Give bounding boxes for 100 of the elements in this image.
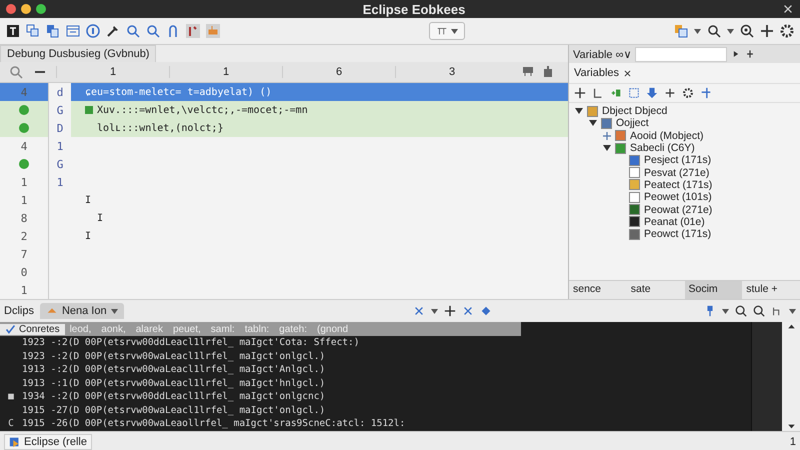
tree-item[interactable]: Pesvat (271e) bbox=[644, 166, 710, 179]
scroll-down-icon[interactable] bbox=[786, 422, 796, 431]
add-icon[interactable] bbox=[444, 305, 456, 317]
variables-tab[interactable]: Variables bbox=[574, 67, 620, 79]
zoom-icon[interactable] bbox=[740, 24, 754, 38]
line-marker: C bbox=[8, 418, 14, 430]
line-number: 1 bbox=[20, 176, 28, 188]
fold-marker: D bbox=[56, 122, 64, 134]
tree-item[interactable]: Peanat (01e) bbox=[644, 216, 705, 228]
console-line: 1913 -:2(D 00P(etsrvw00waLeacl1lrfel_ maIgct'Anlgcl.) bbox=[22, 364, 326, 376]
window-icon[interactable] bbox=[66, 24, 80, 38]
window-title: Eclipse Eobkees bbox=[362, 2, 466, 16]
caret-icon[interactable] bbox=[431, 308, 438, 314]
layout-icon[interactable] bbox=[436, 25, 448, 37]
diamond-icon[interactable] bbox=[480, 305, 492, 317]
scroll-up-icon[interactable] bbox=[786, 322, 796, 331]
layout-dropdown[interactable] bbox=[429, 22, 465, 40]
caret-icon[interactable] bbox=[110, 308, 118, 314]
download-icon[interactable] bbox=[646, 87, 658, 99]
code-line[interactable]: 1 bbox=[0, 281, 568, 299]
code-text: ɕeu=stom-meletc= t=adbyelat) () bbox=[85, 86, 272, 98]
code-text: I bbox=[96, 212, 104, 224]
code-text: Xuv.:::=wnlet,\velctc;,-=mocet;-=mn bbox=[97, 104, 308, 116]
breakpoint-icon[interactable] bbox=[19, 159, 29, 169]
caret-icon[interactable] bbox=[727, 28, 734, 34]
zoom-icon[interactable] bbox=[753, 305, 765, 317]
grid-icon[interactable] bbox=[628, 87, 640, 99]
tree-item[interactable]: Peatect (171s) bbox=[644, 178, 712, 191]
fold-marker: 1 bbox=[56, 176, 64, 188]
line-number: 4 bbox=[20, 140, 28, 152]
code-line[interactable]: 0 bbox=[0, 263, 568, 281]
search-icon[interactable] bbox=[707, 24, 721, 38]
paste-icon[interactable] bbox=[46, 24, 60, 38]
code-text: lolʟ:::wnlet,(nolct;} bbox=[96, 122, 224, 134]
caret-icon[interactable] bbox=[789, 308, 796, 314]
console-line: 1915 -26(D 00P(etsrvw00waLeaollrfel_ maIgct'sras9ScneC:atcl: 1512l: bbox=[22, 418, 406, 430]
add-icon[interactable] bbox=[760, 24, 774, 38]
tree-item[interactable]: Sabecli (C6Y) bbox=[630, 142, 695, 154]
fold-marker: G bbox=[56, 104, 64, 116]
console-line: 1913 -:1(D 00P(etsrvw00waLeacl1lrfel_ maIgct'hnlgcl.) bbox=[22, 378, 326, 389]
collapse-toggle-icon[interactable] bbox=[603, 144, 611, 152]
perspective-icon[interactable] bbox=[674, 24, 688, 38]
settings-icon[interactable] bbox=[682, 87, 694, 99]
code-line[interactable]: 4 1 bbox=[0, 137, 568, 155]
tree-item[interactable]: Peowat (271e) bbox=[644, 204, 712, 216]
line-number: 1 bbox=[20, 194, 28, 206]
ruler-label: 1 bbox=[56, 66, 169, 78]
line-number: 1 bbox=[20, 284, 28, 296]
collapse-toggle-icon[interactable] bbox=[575, 107, 583, 116]
view-tab[interactable]: stule + bbox=[742, 281, 800, 299]
caret-icon[interactable] bbox=[451, 28, 458, 34]
tree-item[interactable]: Peowct (171s) bbox=[644, 228, 712, 240]
code-line[interactable]: 1 I bbox=[0, 191, 568, 209]
tree-item[interactable]: Oojject bbox=[616, 117, 649, 130]
ruler-label: 1 bbox=[169, 66, 282, 78]
check-icon[interactable] bbox=[5, 324, 16, 334]
filter-field[interactable] bbox=[635, 46, 728, 62]
info-icon[interactable] bbox=[86, 24, 100, 38]
expand-toggle-icon[interactable] bbox=[603, 132, 611, 140]
editor-tab[interactable]: Debung Dusbusieg (Gvbnub) bbox=[0, 45, 156, 62]
console-line: 1923 -:2(D 00P(etsrvw00ddLeacl1lrfel_ maIgct'Cota: Sffect:) bbox=[22, 337, 360, 348]
line-number: 0 bbox=[20, 266, 28, 278]
settings-icon[interactable] bbox=[780, 24, 794, 38]
code-line[interactable]: 2 I bbox=[0, 227, 568, 245]
minimize-light[interactable] bbox=[21, 4, 31, 14]
eclipse-icon[interactable] bbox=[9, 436, 21, 448]
code-line[interactable]: 1 1 bbox=[0, 173, 568, 191]
close-icon[interactable] bbox=[623, 68, 632, 78]
console-tab[interactable]: Nena Ion bbox=[40, 303, 124, 319]
text-icon[interactable] bbox=[6, 24, 20, 38]
hammer-icon[interactable] bbox=[106, 24, 120, 38]
panel-label: Dclips bbox=[4, 305, 34, 317]
fold-marker: d bbox=[56, 86, 64, 98]
line-marker: ■ bbox=[8, 391, 14, 402]
add-icon[interactable] bbox=[574, 87, 586, 99]
code-line[interactable]: 8 I bbox=[0, 209, 568, 227]
line-number: 4 bbox=[20, 86, 28, 98]
caret-icon[interactable] bbox=[694, 28, 701, 34]
caret-icon[interactable] bbox=[722, 308, 729, 314]
copy-icon[interactable] bbox=[26, 24, 40, 38]
console-line: 1915 -27(D 00P(etsrvw00waLeacl1lrfel_ maIgct'onlgcl.) bbox=[22, 404, 326, 416]
code-line[interactable]: 7 bbox=[0, 245, 568, 263]
close-light[interactable] bbox=[6, 4, 16, 14]
collapse-toggle-icon[interactable] bbox=[589, 119, 597, 128]
view-tab[interactable]: sate bbox=[626, 281, 684, 299]
fold-marker: 1 bbox=[56, 140, 64, 152]
ruler-label: 6 bbox=[282, 66, 395, 78]
view-tab[interactable]: Socim bbox=[684, 281, 742, 299]
tree-item[interactable]: Peowet (101s) bbox=[644, 191, 712, 204]
console-column[interactable]: Conretes bbox=[0, 324, 65, 334]
zoom-light[interactable] bbox=[36, 4, 46, 14]
line-number: 2 bbox=[20, 230, 28, 242]
view-tab[interactable]: sence bbox=[569, 281, 627, 299]
tree-item[interactable]: Dbject Dbjecd bbox=[602, 105, 668, 118]
status-item[interactable]: Eclipse (relle bbox=[4, 434, 92, 450]
zoom-icon[interactable] bbox=[735, 305, 747, 317]
tree-item[interactable]: Aooid (Mobject) bbox=[630, 130, 704, 142]
tree-item[interactable]: Pesject (171s) bbox=[644, 154, 712, 166]
code-line[interactable]: G bbox=[0, 155, 568, 173]
scrollbar[interactable] bbox=[751, 322, 782, 431]
